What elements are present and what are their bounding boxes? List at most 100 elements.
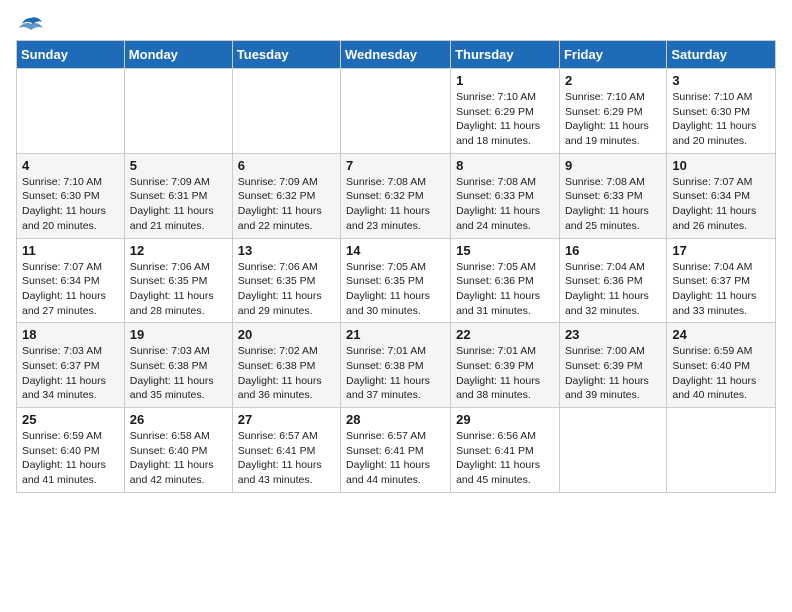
- day-info: Sunrise: 7:00 AM Sunset: 6:39 PM Dayligh…: [565, 344, 661, 403]
- day-info: Sunrise: 7:01 AM Sunset: 6:39 PM Dayligh…: [456, 344, 554, 403]
- day-info: Sunrise: 6:59 AM Sunset: 6:40 PM Dayligh…: [22, 429, 119, 488]
- day-info: Sunrise: 6:57 AM Sunset: 6:41 PM Dayligh…: [238, 429, 335, 488]
- calendar-cell: 14 Sunrise: 7:05 AM Sunset: 6:35 PM Dayli…: [341, 238, 451, 323]
- day-info: Sunrise: 7:10 AM Sunset: 6:30 PM Dayligh…: [22, 175, 119, 234]
- day-number: 6: [238, 158, 335, 173]
- day-info: Sunrise: 7:10 AM Sunset: 6:29 PM Dayligh…: [565, 90, 661, 149]
- calendar-cell: [17, 69, 125, 154]
- calendar-cell: 26 Sunrise: 6:58 AM Sunset: 6:40 PM Dayli…: [124, 408, 232, 493]
- day-info: Sunrise: 7:10 AM Sunset: 6:29 PM Dayligh…: [456, 90, 554, 149]
- day-info: Sunrise: 7:08 AM Sunset: 6:33 PM Dayligh…: [456, 175, 554, 234]
- calendar-cell: 3 Sunrise: 7:10 AM Sunset: 6:30 PM Daylig…: [667, 69, 776, 154]
- calendar-cell: 1 Sunrise: 7:10 AM Sunset: 6:29 PM Daylig…: [451, 69, 560, 154]
- logo-bird-icon: [18, 16, 44, 36]
- calendar-cell: 22 Sunrise: 7:01 AM Sunset: 6:39 PM Dayli…: [451, 323, 560, 408]
- calendar-cell: [341, 69, 451, 154]
- day-info: Sunrise: 7:05 AM Sunset: 6:36 PM Dayligh…: [456, 260, 554, 319]
- calendar-cell: [232, 69, 340, 154]
- calendar-week-row: 4 Sunrise: 7:10 AM Sunset: 6:30 PM Daylig…: [17, 153, 776, 238]
- calendar-table: SundayMondayTuesdayWednesdayThursdayFrid…: [16, 40, 776, 493]
- calendar-cell: 7 Sunrise: 7:08 AM Sunset: 6:32 PM Daylig…: [341, 153, 451, 238]
- calendar-cell: 18 Sunrise: 7:03 AM Sunset: 6:37 PM Dayli…: [17, 323, 125, 408]
- calendar-cell: 8 Sunrise: 7:08 AM Sunset: 6:33 PM Daylig…: [451, 153, 560, 238]
- calendar-header-saturday: Saturday: [667, 41, 776, 69]
- calendar-cell: 29 Sunrise: 6:56 AM Sunset: 6:41 PM Dayli…: [451, 408, 560, 493]
- calendar-week-row: 1 Sunrise: 7:10 AM Sunset: 6:29 PM Daylig…: [17, 69, 776, 154]
- calendar-cell: 25Sunrise: 6:59 AM Sunset: 6:40 PM Dayli…: [17, 408, 125, 493]
- calendar-cell: [559, 408, 666, 493]
- calendar-cell: 21Sunrise: 7:01 AM Sunset: 6:38 PM Dayli…: [341, 323, 451, 408]
- day-number: 26: [130, 412, 227, 427]
- calendar-header-tuesday: Tuesday: [232, 41, 340, 69]
- calendar-cell: [124, 69, 232, 154]
- calendar-cell: 27 Sunrise: 6:57 AM Sunset: 6:41 PM Dayli…: [232, 408, 340, 493]
- calendar-cell: 2 Sunrise: 7:10 AM Sunset: 6:29 PM Daylig…: [559, 69, 666, 154]
- day-info: Sunrise: 6:56 AM Sunset: 6:41 PM Dayligh…: [456, 429, 554, 488]
- calendar-header-monday: Monday: [124, 41, 232, 69]
- calendar-cell: 17Sunrise: 7:04 AM Sunset: 6:37 PM Dayli…: [667, 238, 776, 323]
- calendar-cell: 16 Sunrise: 7:04 AM Sunset: 6:36 PM Dayli…: [559, 238, 666, 323]
- calendar-cell: 23 Sunrise: 7:00 AM Sunset: 6:39 PM Dayli…: [559, 323, 666, 408]
- day-number: 20: [238, 327, 335, 342]
- calendar-header-sunday: Sunday: [17, 41, 125, 69]
- day-info: Sunrise: 7:08 AM Sunset: 6:32 PM Dayligh…: [346, 175, 445, 234]
- day-info: Sunrise: 7:05 AM Sunset: 6:35 PM Dayligh…: [346, 260, 445, 319]
- day-number: 9: [565, 158, 661, 173]
- day-info: Sunrise: 7:04 AM Sunset: 6:36 PM Dayligh…: [565, 260, 661, 319]
- calendar-body: 1 Sunrise: 7:10 AM Sunset: 6:29 PM Daylig…: [17, 69, 776, 493]
- day-number: 22: [456, 327, 554, 342]
- calendar-cell: 10 Sunrise: 7:07 AM Sunset: 6:34 PM Dayli…: [667, 153, 776, 238]
- calendar-cell: 13 Sunrise: 7:06 AM Sunset: 6:35 PM Dayli…: [232, 238, 340, 323]
- calendar-cell: 6 Sunrise: 7:09 AM Sunset: 6:32 PM Daylig…: [232, 153, 340, 238]
- day-number: 15: [456, 243, 554, 258]
- day-number: 12: [130, 243, 227, 258]
- day-number: 5: [130, 158, 227, 173]
- day-info: Sunrise: 7:07 AM Sunset: 6:34 PM Dayligh…: [22, 260, 119, 319]
- day-number: 19: [130, 327, 227, 342]
- calendar-week-row: 18 Sunrise: 7:03 AM Sunset: 6:37 PM Dayli…: [17, 323, 776, 408]
- day-number: 2: [565, 73, 661, 88]
- day-number: 4: [22, 158, 119, 173]
- calendar-header-wednesday: Wednesday: [341, 41, 451, 69]
- calendar-cell: 28 Sunrise: 6:57 AM Sunset: 6:41 PM Dayli…: [341, 408, 451, 493]
- calendar-week-row: 25Sunrise: 6:59 AM Sunset: 6:40 PM Dayli…: [17, 408, 776, 493]
- day-number: 3: [672, 73, 770, 88]
- day-number: 28: [346, 412, 445, 427]
- calendar-cell: 15 Sunrise: 7:05 AM Sunset: 6:36 PM Dayli…: [451, 238, 560, 323]
- day-info: Sunrise: 7:10 AM Sunset: 6:30 PM Dayligh…: [672, 90, 770, 149]
- day-info: Sunrise: 7:04 AM Sunset: 6:37 PM Dayligh…: [672, 260, 770, 319]
- day-info: Sunrise: 7:03 AM Sunset: 6:38 PM Dayligh…: [130, 344, 227, 403]
- day-info: Sunrise: 6:59 AM Sunset: 6:40 PM Dayligh…: [672, 344, 770, 403]
- calendar-week-row: 11Sunrise: 7:07 AM Sunset: 6:34 PM Dayli…: [17, 238, 776, 323]
- day-number: 18: [22, 327, 119, 342]
- day-info: Sunrise: 7:03 AM Sunset: 6:37 PM Dayligh…: [22, 344, 119, 403]
- day-number: 29: [456, 412, 554, 427]
- day-number: 14: [346, 243, 445, 258]
- calendar-cell: 5Sunrise: 7:09 AM Sunset: 6:31 PM Daylig…: [124, 153, 232, 238]
- day-number: 23: [565, 327, 661, 342]
- day-number: 24: [672, 327, 770, 342]
- calendar-cell: 4 Sunrise: 7:10 AM Sunset: 6:30 PM Daylig…: [17, 153, 125, 238]
- day-info: Sunrise: 6:58 AM Sunset: 6:40 PM Dayligh…: [130, 429, 227, 488]
- logo: [16, 16, 44, 30]
- day-number: 7: [346, 158, 445, 173]
- day-number: 27: [238, 412, 335, 427]
- calendar-cell: 20 Sunrise: 7:02 AM Sunset: 6:38 PM Dayli…: [232, 323, 340, 408]
- day-info: Sunrise: 7:02 AM Sunset: 6:38 PM Dayligh…: [238, 344, 335, 403]
- calendar-header-row: SundayMondayTuesdayWednesdayThursdayFrid…: [17, 41, 776, 69]
- day-info: Sunrise: 7:06 AM Sunset: 6:35 PM Dayligh…: [238, 260, 335, 319]
- day-number: 8: [456, 158, 554, 173]
- day-info: Sunrise: 6:57 AM Sunset: 6:41 PM Dayligh…: [346, 429, 445, 488]
- day-number: 13: [238, 243, 335, 258]
- calendar-cell: 12 Sunrise: 7:06 AM Sunset: 6:35 PM Dayli…: [124, 238, 232, 323]
- day-number: 16: [565, 243, 661, 258]
- day-number: 1: [456, 73, 554, 88]
- page-header: [16, 16, 776, 30]
- day-info: Sunrise: 7:09 AM Sunset: 6:32 PM Dayligh…: [238, 175, 335, 234]
- day-number: 10: [672, 158, 770, 173]
- day-info: Sunrise: 7:06 AM Sunset: 6:35 PM Dayligh…: [130, 260, 227, 319]
- calendar-header-thursday: Thursday: [451, 41, 560, 69]
- day-info: Sunrise: 7:07 AM Sunset: 6:34 PM Dayligh…: [672, 175, 770, 234]
- calendar-cell: 24 Sunrise: 6:59 AM Sunset: 6:40 PM Dayli…: [667, 323, 776, 408]
- calendar-header-friday: Friday: [559, 41, 666, 69]
